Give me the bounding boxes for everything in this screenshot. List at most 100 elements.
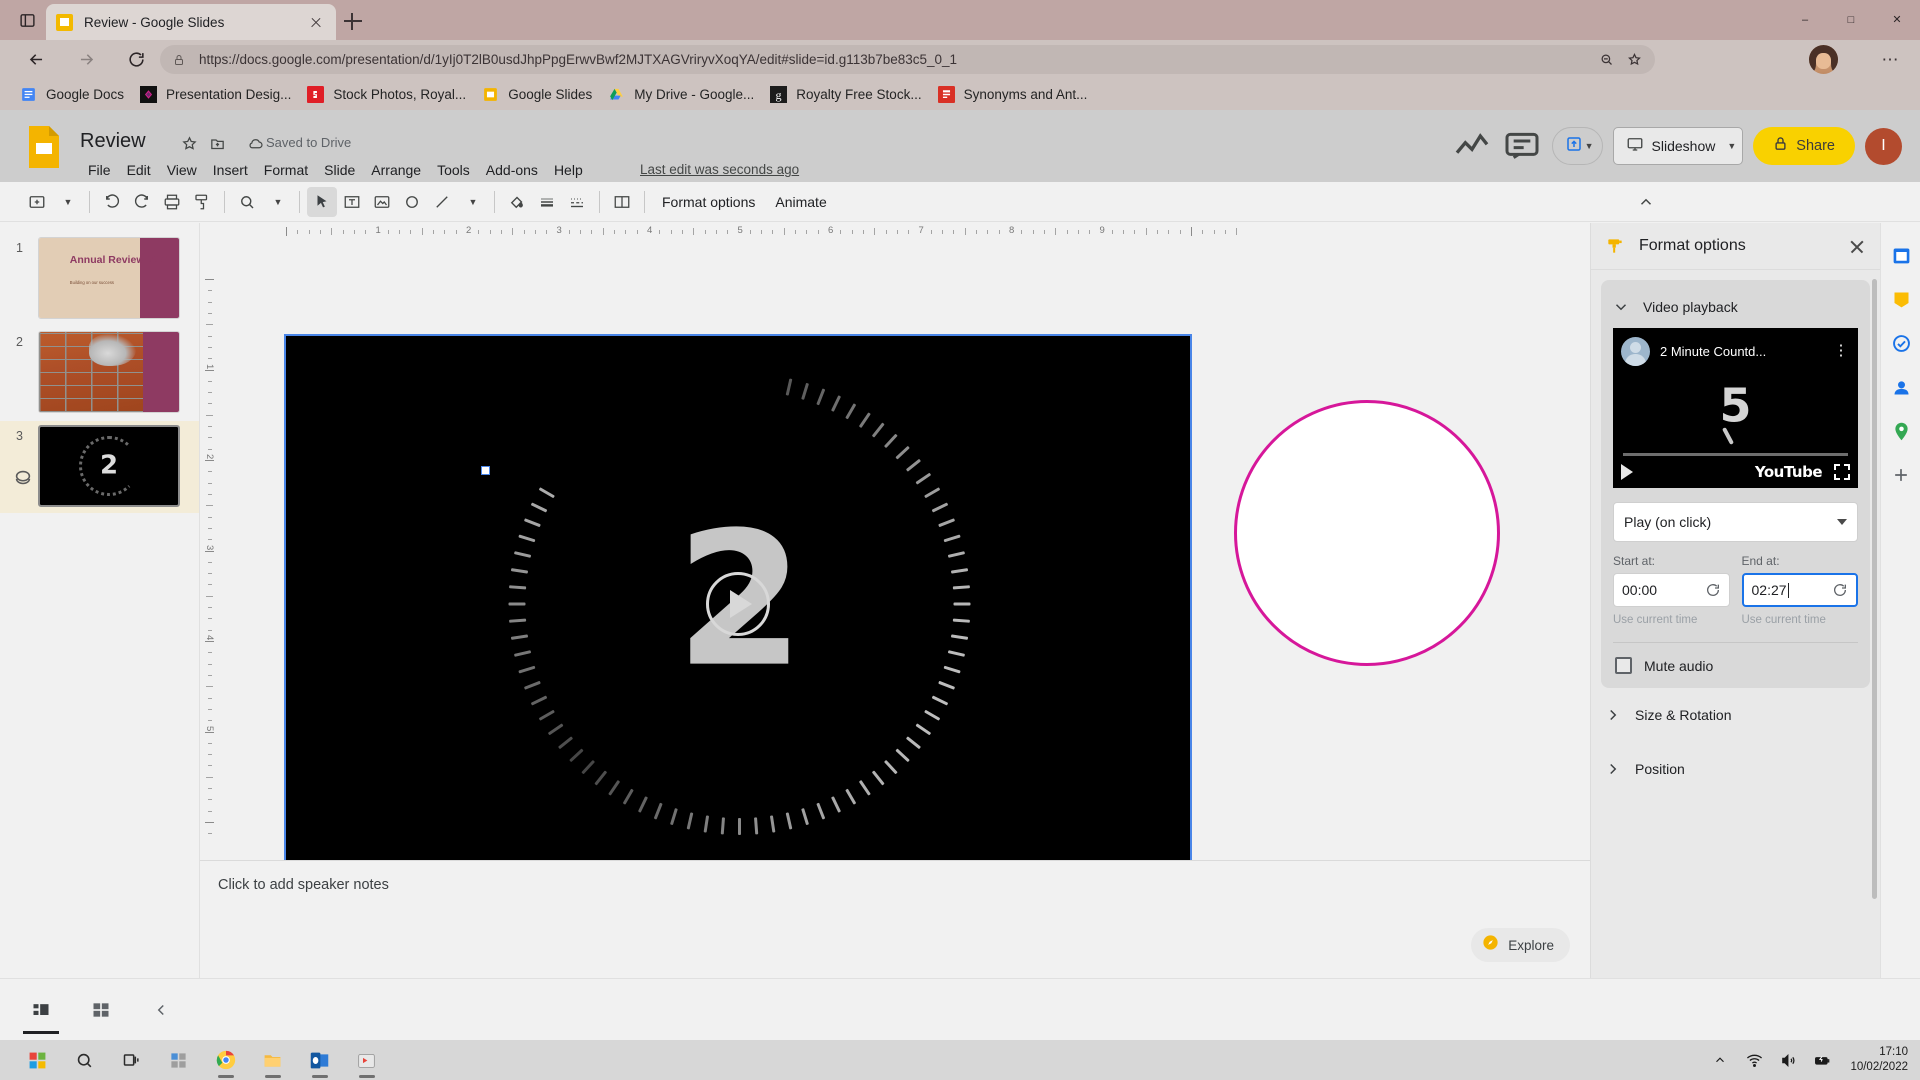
video-playback-section-header[interactable]: Video playback (1601, 290, 1870, 324)
start-at-input[interactable]: 00:00 (1613, 573, 1730, 607)
maps-icon[interactable] (1881, 409, 1920, 453)
activity-dashboard-icon[interactable] (1452, 126, 1492, 166)
zoom-icon[interactable] (232, 187, 262, 217)
task-view-icon[interactable] (108, 1040, 155, 1080)
outlook-icon[interactable] (296, 1040, 343, 1080)
volume-icon[interactable] (1778, 1050, 1798, 1070)
new-tab-button[interactable] (340, 8, 366, 34)
bookmark-stock-photos[interactable]: Stock Photos, Royal... (299, 81, 474, 107)
menu-arrange[interactable]: Arrange (363, 160, 429, 180)
search-icon[interactable] (61, 1040, 108, 1080)
calendar-icon[interactable] (1881, 233, 1920, 277)
add-ons-plus-icon[interactable] (1881, 453, 1920, 497)
tab-search-icon[interactable] (14, 8, 40, 32)
bookmark-google-docs[interactable]: Google Docs (12, 81, 132, 107)
contacts-icon[interactable] (1881, 365, 1920, 409)
chrome-icon[interactable] (202, 1040, 249, 1080)
browser-tab-active[interactable]: Review - Google Slides (46, 4, 336, 40)
zoom-out-icon[interactable] (1593, 48, 1619, 72)
mute-audio-row[interactable]: Mute audio (1615, 657, 1858, 674)
mute-audio-checkbox[interactable] (1615, 657, 1632, 674)
move-to-folder-icon[interactable] (206, 132, 228, 154)
size-rotation-section[interactable]: Size & Rotation (1593, 688, 1880, 742)
collapse-toolbar-icon[interactable] (1632, 188, 1660, 216)
store-icon[interactable] (343, 1040, 390, 1080)
explore-button[interactable]: Explore (1471, 928, 1570, 962)
add-slide-caret-icon[interactable]: ▼ (52, 187, 82, 217)
line-caret-icon[interactable]: ▼ (457, 187, 487, 217)
slide-thumbnail[interactable]: 2 (38, 425, 180, 507)
star-icon[interactable] (178, 132, 200, 154)
animate-button[interactable]: Animate (765, 189, 836, 215)
comment-history-icon[interactable] (1502, 126, 1542, 166)
upload-button[interactable]: ▼ (1551, 127, 1603, 165)
start-use-current-time[interactable]: Use current time (1613, 614, 1730, 626)
menu-slide[interactable]: Slide (316, 160, 363, 180)
slide-thumbnail[interactable] (38, 331, 180, 413)
select-tool-icon[interactable] (307, 186, 337, 217)
menu-view[interactable]: View (159, 160, 205, 180)
wifi-icon[interactable] (1744, 1050, 1764, 1070)
minimize-button[interactable]: – (1782, 0, 1828, 40)
end-at-input[interactable]: 02:27 (1741, 573, 1858, 607)
more-options-icon[interactable]: ⋮ (1832, 343, 1850, 358)
battery-charging-icon[interactable] (1812, 1050, 1832, 1070)
reload-icon[interactable] (122, 46, 150, 72)
grid-view-icon[interactable] (86, 995, 116, 1025)
print-icon[interactable] (157, 187, 187, 217)
menu-file[interactable]: File (80, 160, 119, 180)
filmstrip-slide-1[interactable]: 1 Annual Review 2021 Building on our suc… (0, 233, 199, 325)
tasks-icon[interactable] (1881, 321, 1920, 365)
chevron-down-icon[interactable]: ▼ (1727, 141, 1736, 151)
menu-edit[interactable]: Edit (119, 160, 159, 180)
video-preview[interactable]: 2 Minute Countd... ⋮ 5 YouTube (1613, 328, 1858, 488)
collapse-panel-icon[interactable] (146, 995, 176, 1025)
forward-arrow-icon[interactable] (72, 46, 100, 72)
reset-icon[interactable] (1832, 582, 1848, 598)
bookmark-google-slides[interactable]: Google Slides (474, 81, 600, 107)
paint-format-icon[interactable] (187, 187, 217, 217)
close-window-button[interactable]: ✕ (1874, 0, 1920, 40)
fill-color-icon[interactable] (502, 187, 532, 217)
format-options-button[interactable]: Format options (652, 189, 765, 215)
menu-insert[interactable]: Insert (205, 160, 256, 180)
back-arrow-icon[interactable] (22, 46, 50, 72)
line-icon[interactable] (427, 187, 457, 217)
close-icon[interactable] (306, 12, 326, 32)
menu-tools[interactable]: Tools (429, 160, 478, 180)
image-icon[interactable] (367, 187, 397, 217)
keep-icon[interactable] (1881, 277, 1920, 321)
filmstrip-slide-3[interactable]: 3 2 (0, 421, 199, 513)
chevron-up-icon[interactable] (1710, 1050, 1730, 1070)
share-button[interactable]: Share (1753, 127, 1855, 165)
file-explorer-icon[interactable] (249, 1040, 296, 1080)
last-edit-link[interactable]: Last edit was seconds ago (640, 162, 799, 177)
speaker-notes[interactable]: Click to add speaker notes Explore (200, 860, 1590, 978)
menu-format[interactable]: Format (256, 160, 316, 180)
selection-handle-left[interactable] (481, 466, 490, 475)
add-slide-icon[interactable] (22, 187, 52, 217)
taskbar-clock[interactable]: 17:10 10/02/2022 (1850, 1045, 1908, 1075)
filmstrip-view-icon[interactable] (23, 995, 59, 1034)
fullscreen-icon[interactable] (1834, 464, 1850, 480)
position-section[interactable]: Position (1593, 742, 1880, 796)
close-icon[interactable] (1846, 236, 1868, 258)
account-avatar[interactable]: I (1865, 127, 1902, 165)
windows-start-icon[interactable] (14, 1040, 61, 1080)
play-icon[interactable] (1621, 464, 1633, 480)
star-bookmark-icon[interactable] (1621, 48, 1647, 72)
selection-handle-right[interactable] (1381, 466, 1390, 475)
filmstrip-slide-2[interactable]: 2 (0, 327, 199, 419)
line-weight-icon[interactable] (532, 187, 562, 217)
play-button-overlay[interactable] (706, 571, 770, 636)
page-title[interactable]: Review (80, 130, 146, 153)
address-bar[interactable]: https://docs.google.com/presentation/d/1… (160, 45, 1655, 74)
menu-add-ons[interactable]: Add-ons (478, 160, 546, 180)
redo-icon[interactable] (127, 187, 157, 217)
bookmark-royalty-free-stock[interactable]: g Royalty Free Stock... (762, 81, 929, 107)
panel-scrollbar[interactable] (1872, 279, 1877, 899)
active-slide-canvas[interactable]: 2 ⋯ (284, 334, 1192, 881)
textbox-icon[interactable] (337, 187, 367, 217)
maximize-button[interactable]: □ (1828, 0, 1874, 40)
transition-icon[interactable] (607, 187, 637, 217)
